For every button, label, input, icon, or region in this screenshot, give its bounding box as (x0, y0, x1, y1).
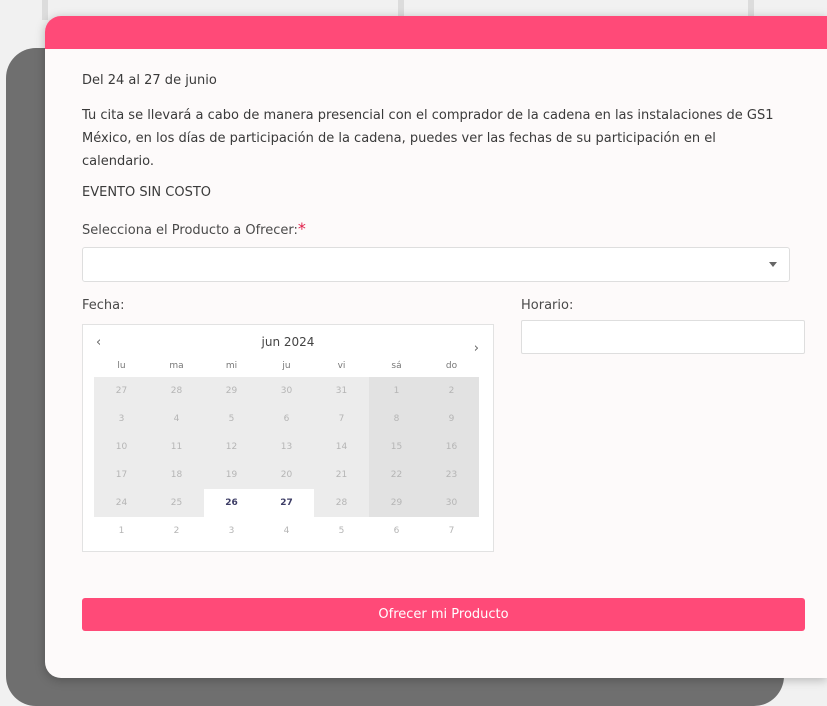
date-picker-calendar: ‹ jun 2024 › lu ma mi ju vi sá do 27 28 29 30 31 1 2 3… (82, 324, 494, 552)
calendar-grid: lu ma mi ju vi sá do 27 28 29 30 31 1 2 3 4 5 6 7 8 9 10 11 12 1… (94, 355, 493, 545)
calendar-day: 4 (283, 526, 290, 536)
calendar-day: 27 (94, 377, 149, 405)
calendar-day: 31 (314, 377, 369, 405)
weekday-header: sá (391, 361, 402, 371)
calendar-day: 8 (369, 405, 424, 433)
appointment-card: Del 24 al 27 de junio Tu cita se llevará… (45, 16, 827, 678)
horario-select[interactable] (521, 320, 805, 354)
calendar-day: 30 (259, 377, 314, 405)
card-body: Del 24 al 27 de junio Tu cita se llevará… (45, 49, 827, 564)
calendar-day: 29 (369, 489, 424, 517)
event-dates: Del 24 al 27 de junio (82, 73, 217, 88)
weekday-header: lu (117, 361, 126, 371)
calendar-day: 11 (149, 433, 204, 461)
fecha-field: Fecha: ‹ jun 2024 › lu ma mi ju vi sá do 27 28 29… (82, 294, 494, 552)
calendar-day: 9 (424, 405, 479, 433)
calendar-day: 29 (204, 377, 259, 405)
next-month-button[interactable]: › (474, 341, 479, 356)
calendar-day: 4 (149, 405, 204, 433)
calendar-day[interactable]: 26 (204, 489, 259, 517)
calendar-day: 3 (228, 526, 235, 536)
calendar-day: 15 (369, 433, 424, 461)
chevron-down-icon (769, 262, 777, 267)
calendar-day: 28 (149, 377, 204, 405)
product-field: Selecciona el Producto a Ofrecer:* (82, 219, 790, 282)
ofrecer-producto-button[interactable]: Ofrecer mi Producto (82, 598, 805, 631)
calendar-day: 3 (94, 405, 149, 433)
calendar-day: 22 (369, 461, 424, 489)
calendar-day: 19 (204, 461, 259, 489)
calendar-day: 23 (424, 461, 479, 489)
weekday-header: ma (169, 361, 184, 371)
calendar-day: 2 (424, 377, 479, 405)
required-mark: * (297, 219, 306, 238)
weekday-header: vi (337, 361, 346, 371)
calendar-day: 5 (338, 526, 345, 536)
calendar-day: 6 (393, 526, 400, 536)
fecha-label: Fecha: (82, 298, 125, 313)
calendar-header: ‹ jun 2024 › (83, 331, 493, 356)
calendar-day: 13 (259, 433, 314, 461)
calendar-day: 24 (94, 489, 149, 517)
calendar-day: 7 (314, 405, 369, 433)
calendar-day: 17 (94, 461, 149, 489)
calendar-day: 30 (424, 489, 479, 517)
calendar-day: 6 (259, 405, 314, 433)
calendar-day: 25 (149, 489, 204, 517)
event-description: Tu cita se llevará a cabo de manera pres… (82, 108, 774, 169)
product-select[interactable] (82, 247, 790, 282)
calendar-day[interactable]: 27 (259, 489, 314, 517)
weekday-header: ju (282, 361, 291, 371)
calendar-month-year: jun 2024 (261, 335, 315, 349)
calendar-day: 5 (204, 405, 259, 433)
calendar-day: 21 (314, 461, 369, 489)
event-cost-note: EVENTO SIN COSTO (82, 185, 212, 200)
horario-label: Horario: (521, 298, 574, 313)
weekday-header: do (445, 361, 458, 371)
horario-field: Horario: (521, 294, 805, 354)
calendar-day: 18 (149, 461, 204, 489)
calendar-day: 1 (369, 377, 424, 405)
calendar-day: 28 (314, 489, 369, 517)
calendar-day: 7 (448, 526, 455, 536)
calendar-day: 1 (118, 526, 125, 536)
calendar-day: 12 (204, 433, 259, 461)
calendar-day: 16 (424, 433, 479, 461)
calendar-day: 14 (314, 433, 369, 461)
weekday-header: mi (225, 361, 238, 371)
calendar-day: 20 (259, 461, 314, 489)
card-header-bar (45, 16, 827, 49)
product-label: Selecciona el Producto a Ofrecer: (82, 223, 298, 238)
calendar-day: 10 (94, 433, 149, 461)
calendar-day: 2 (173, 526, 180, 536)
date-time-row: Fecha: ‹ jun 2024 › lu ma mi ju vi sá do 27 28 29… (82, 294, 805, 564)
